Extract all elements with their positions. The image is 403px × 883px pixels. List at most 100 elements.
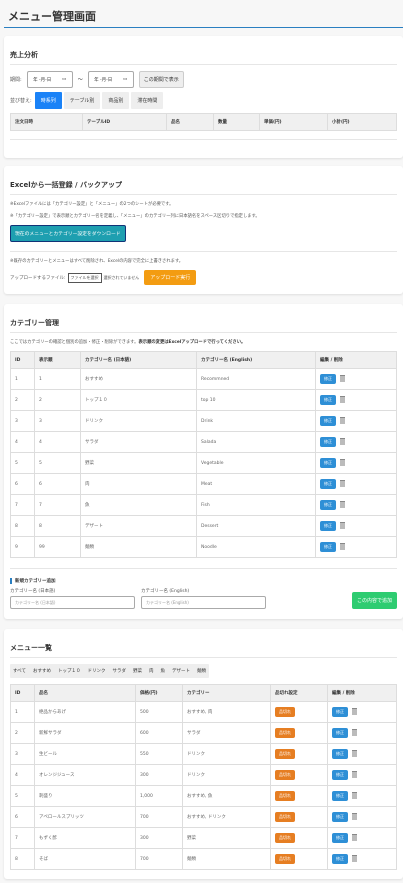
table-cell: 6 <box>10 473 35 495</box>
sold-out-button[interactable]: 品切れ <box>275 707 295 717</box>
edit-button[interactable]: 修正 <box>320 500 336 510</box>
edit-button[interactable]: 修正 <box>320 521 336 531</box>
edit-button[interactable]: 修正 <box>320 374 336 384</box>
edit-button[interactable]: 修正 <box>320 479 336 489</box>
trash-icon[interactable] <box>352 834 357 841</box>
edit-button[interactable]: 修正 <box>332 833 348 843</box>
sort-stay[interactable]: 滞在時間 <box>131 92 164 109</box>
edit-button[interactable]: 修正 <box>320 542 336 552</box>
sold-out-button[interactable]: 品切れ <box>275 770 295 780</box>
edit-button[interactable]: 修正 <box>332 854 348 864</box>
table-cell: 野菜 <box>182 827 271 849</box>
col-header: カテゴリー名 (English) <box>196 351 316 369</box>
upload-button[interactable]: アップロード実行 <box>144 270 197 285</box>
sold-out-cell: 品切れ <box>270 806 328 828</box>
date-from-input[interactable]: 年 -月-日 ▭ <box>26 71 73 88</box>
sold-out-button[interactable]: 品切れ <box>275 728 295 738</box>
filter-tab[interactable]: デザート <box>172 668 190 674</box>
trash-icon[interactable] <box>352 729 357 736</box>
filter-tab[interactable]: 肉 <box>149 668 154 674</box>
filter-tab[interactable]: 野菜 <box>133 668 142 674</box>
table-row: 4 オレンジジュース 300 ドリンク 品切れ 修正 <box>10 764 397 786</box>
trash-icon[interactable] <box>352 750 357 757</box>
trash-icon[interactable] <box>340 522 345 529</box>
trash-icon[interactable] <box>340 396 345 403</box>
table-cell: サラダ <box>80 431 197 453</box>
sales-heading: 売上分析 <box>10 46 397 65</box>
trash-icon[interactable] <box>352 792 357 799</box>
col-header: 単価(円) <box>259 113 328 131</box>
filter-tab[interactable]: 魚 <box>161 668 166 674</box>
trash-icon[interactable] <box>352 771 357 778</box>
filter-tab[interactable]: ドリンク <box>88 668 106 674</box>
trash-icon[interactable] <box>352 813 357 820</box>
en-label: カテゴリー名 (English) <box>141 589 190 594</box>
table-cell: 麺類 <box>80 536 197 558</box>
actions-cell: 修正 <box>327 848 397 870</box>
col-header: 表示順 <box>34 351 81 369</box>
sold-out-cell: 品切れ <box>270 827 328 849</box>
sort-product[interactable]: 商品別 <box>102 92 130 109</box>
category-ja-input[interactable]: カテゴリー名 (日本語) <box>10 596 135 609</box>
filter-tab[interactable]: 麺類 <box>197 668 206 674</box>
sold-out-button[interactable]: 品切れ <box>275 749 295 759</box>
add-category-button[interactable]: この内容で追加 <box>351 592 397 609</box>
date-to-input[interactable]: 年 -月-日 ▭ <box>87 71 134 88</box>
filter-tab[interactable]: トップ１０ <box>58 668 81 674</box>
table-row: 2 2 トップ１０ top 10 修正 <box>10 389 397 411</box>
table-row: 7 7 魚 Fish 修正 <box>10 494 397 516</box>
filter-tab[interactable]: すべて <box>13 668 26 674</box>
download-button[interactable]: 現在のメニューとカテゴリー設定をダウンロード <box>10 225 126 242</box>
table-cell: top 10 <box>196 389 316 411</box>
table-row: 9 99 麺類 Noodle 修正 <box>10 536 397 558</box>
sold-out-button[interactable]: 品切れ <box>275 791 295 801</box>
edit-button[interactable]: 修正 <box>320 416 336 426</box>
table-row: 1 絶品からあげ 500 おすすめ, 肉品切れ 修正 <box>10 701 397 723</box>
table-cell: 5 <box>10 452 35 474</box>
category-en-input[interactable]: カテゴリー名 (English) <box>141 596 266 609</box>
sold-out-button[interactable]: 品切れ <box>275 812 295 822</box>
add-category-heading: 新規カテゴリー追加 <box>10 578 397 584</box>
col-header: 品名 <box>166 113 214 131</box>
filter-tab[interactable]: サラダ <box>113 668 127 674</box>
edit-button[interactable]: 修正 <box>320 458 336 468</box>
filter-tab[interactable]: おすすめ <box>33 668 51 674</box>
sort-time[interactable]: 時系列 <box>34 92 62 109</box>
trash-icon[interactable] <box>340 501 345 508</box>
table-cell: おすすめ, ドリンク <box>182 806 271 828</box>
show-period-button[interactable]: この期間で表示 <box>138 71 184 88</box>
trash-icon[interactable] <box>340 480 345 487</box>
trash-icon[interactable] <box>352 708 357 715</box>
edit-button[interactable]: 修正 <box>332 791 348 801</box>
edit-button[interactable]: 修正 <box>320 395 336 405</box>
trash-icon[interactable] <box>340 438 345 445</box>
table-cell: 8 <box>10 515 35 537</box>
table-cell: 肉 <box>80 473 197 495</box>
table-row: 3 3 ドリンク Drink 修正 <box>10 410 397 432</box>
sold-out-button[interactable]: 品切れ <box>275 854 295 864</box>
actions-cell: 修正 <box>315 494 397 516</box>
table-row: 8 8 デザート Dessert 修正 <box>10 515 397 537</box>
trash-icon[interactable] <box>352 855 357 862</box>
file-choose-button[interactable]: ファイルを選択 <box>67 272 102 283</box>
trash-icon[interactable] <box>340 375 345 382</box>
edit-button[interactable]: 修正 <box>332 749 348 759</box>
edit-button[interactable]: 修正 <box>332 770 348 780</box>
actions-cell: 修正 <box>327 764 397 786</box>
trash-icon[interactable] <box>340 543 345 550</box>
edit-button[interactable]: 修正 <box>332 707 348 717</box>
table-cell: 3 <box>34 410 81 432</box>
sold-out-button[interactable]: 品切れ <box>275 833 295 843</box>
table-cell: 1 <box>10 701 35 723</box>
table-cell: 4 <box>34 431 81 453</box>
sold-out-cell: 品切れ <box>270 701 328 723</box>
sold-out-cell: 品切れ <box>270 764 328 786</box>
trash-icon[interactable] <box>340 459 345 466</box>
menu-card: メニュー一覧 すべて おすすめ トップ１０ ドリンク サラダ 野菜肉魚デザート 麺類 ID … <box>4 629 403 879</box>
edit-button[interactable]: 修正 <box>332 812 348 822</box>
sort-table[interactable]: テーブル別 <box>63 92 101 109</box>
edit-button[interactable]: 修正 <box>320 437 336 447</box>
edit-button[interactable]: 修正 <box>332 728 348 738</box>
trash-icon[interactable] <box>340 417 345 424</box>
table-cell: 1 <box>34 368 81 390</box>
